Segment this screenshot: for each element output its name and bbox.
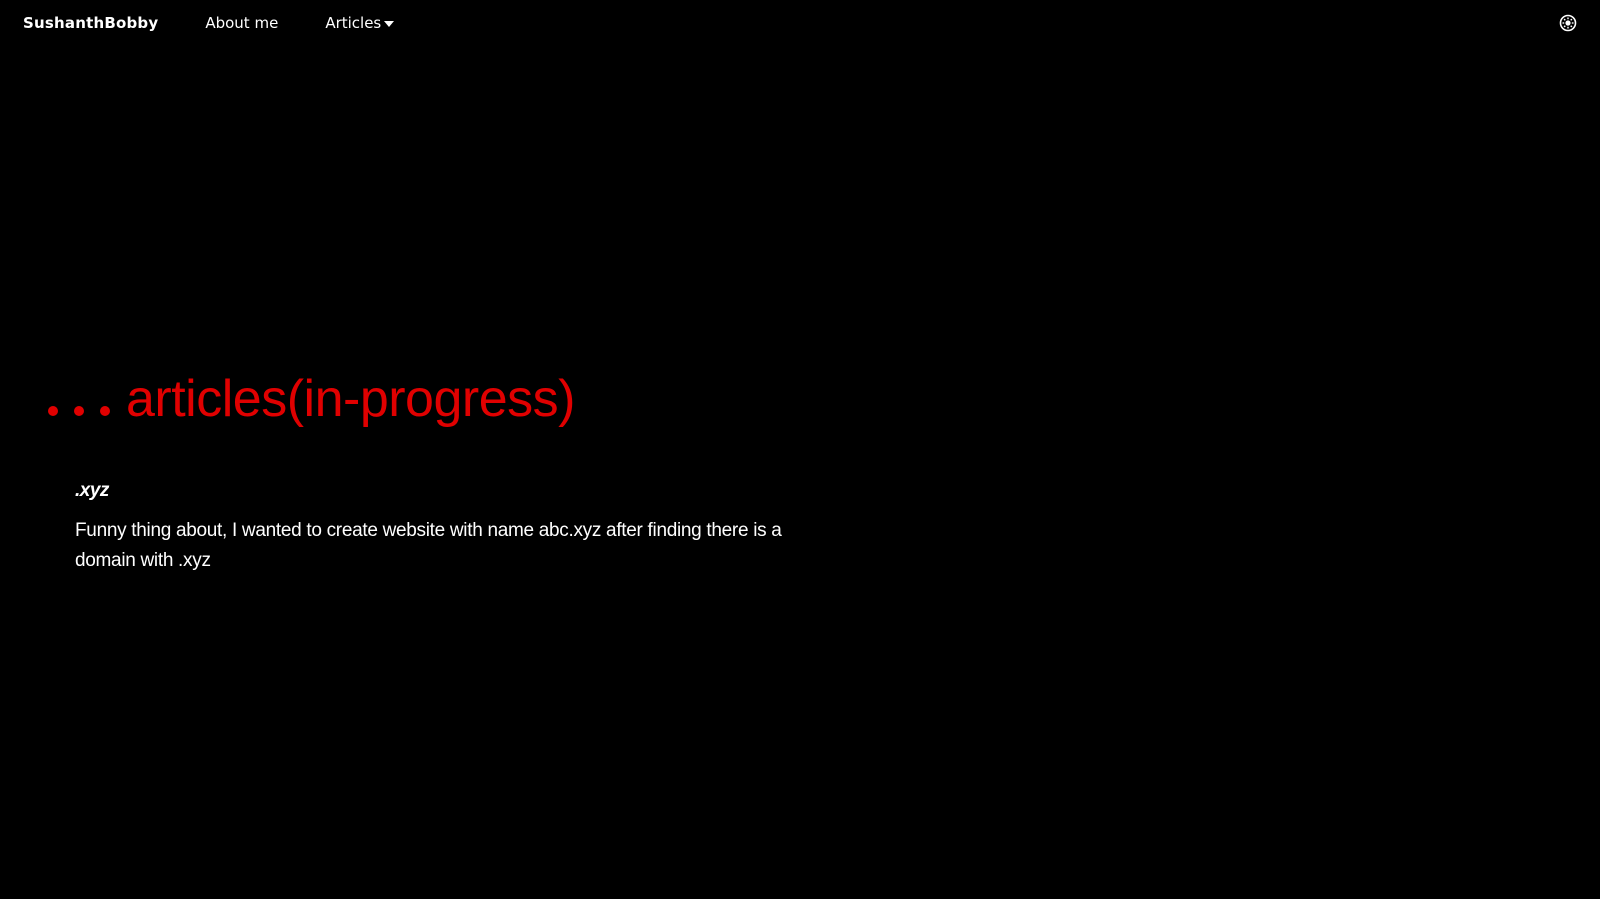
nav-link-label: About me [205, 14, 279, 32]
caret-down-icon [384, 20, 395, 27]
article-description: Funny thing about, I wanted to create we… [75, 520, 782, 571]
dot [48, 406, 58, 416]
ellipsis-dots-icon [48, 360, 110, 416]
dot [74, 406, 84, 416]
article-title[interactable]: .xyz [75, 480, 815, 502]
theme-toggle-icon [1559, 14, 1577, 32]
brand-link[interactable]: SushanthBobby [23, 14, 158, 32]
hero-section: articles(in-progress) [48, 360, 575, 427]
nav-link-label: Articles [325, 14, 382, 32]
dot [100, 406, 110, 416]
navbar: SushanthBobby About me Articles [0, 0, 1600, 46]
nav-link-articles-dropdown[interactable]: Articles [325, 14, 395, 32]
nav-link-about-me[interactable]: About me [205, 14, 278, 32]
page-title: articles(in-progress) [126, 370, 575, 428]
theme-toggle-button[interactable] [1559, 14, 1577, 32]
article-card: .xyz Funny thing about, I wanted to crea… [75, 480, 815, 576]
